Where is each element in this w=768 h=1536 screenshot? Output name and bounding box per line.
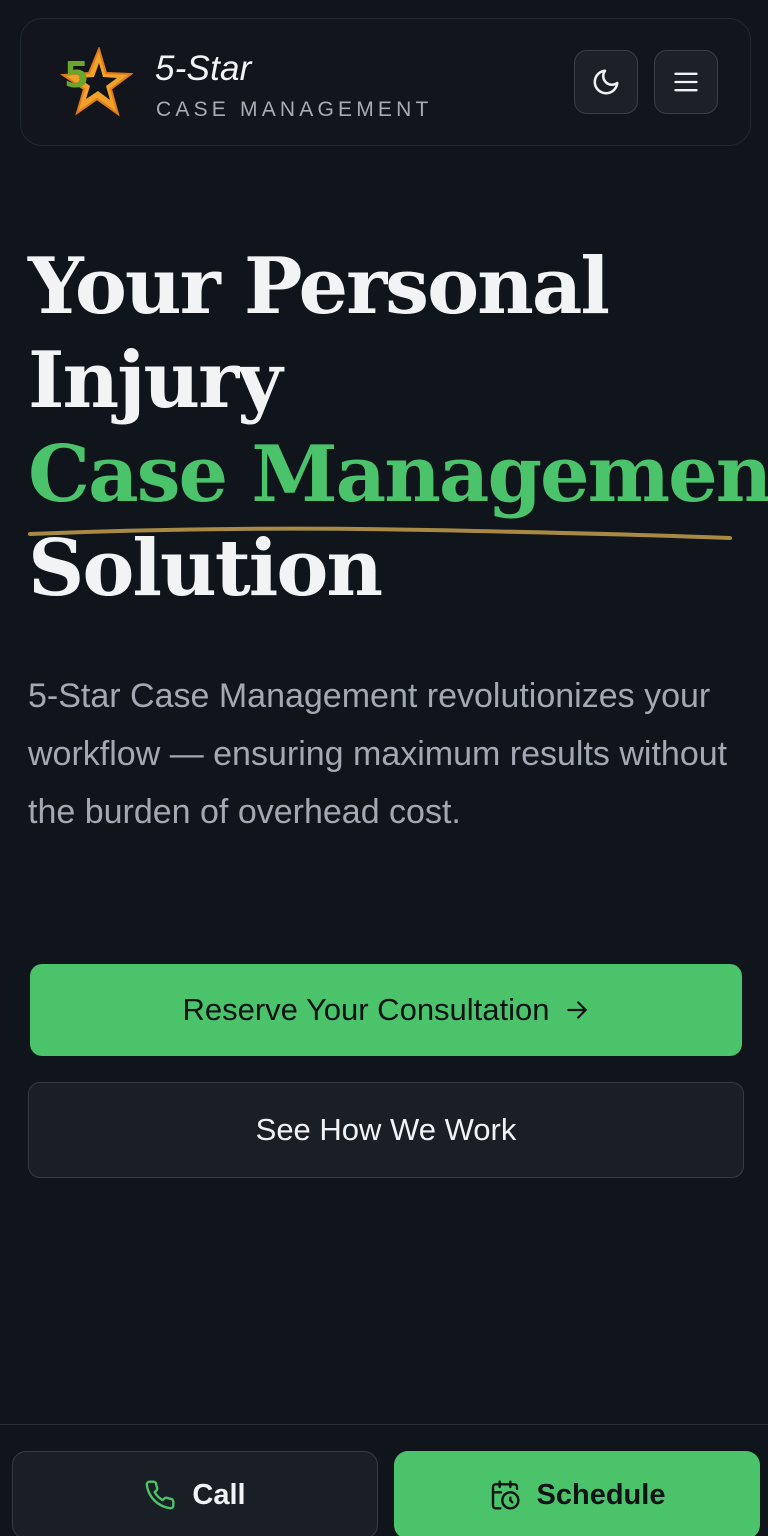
theme-toggle-button[interactable] xyxy=(574,50,638,114)
hero-title-line-2: Injury xyxy=(28,335,283,426)
call-button[interactable]: Call xyxy=(12,1451,378,1536)
call-label: Call xyxy=(192,1478,246,1511)
menu-button[interactable] xyxy=(654,50,718,114)
arrow-right-icon xyxy=(566,1001,587,1019)
schedule-label: Schedule xyxy=(536,1478,666,1511)
hero-title-highlight: Case Management xyxy=(28,429,768,520)
hero-title: Your Personal Injury Case Management Sol… xyxy=(28,240,768,616)
page: 5 5-Star CASE MANAGEMENT Your Personal I… xyxy=(0,0,768,1536)
see-how-we-work-label: See How We Work xyxy=(255,1112,517,1147)
phone-icon xyxy=(146,1480,175,1510)
see-how-we-work-button[interactable]: See How We Work xyxy=(28,1082,744,1178)
schedule-button[interactable]: Schedule xyxy=(394,1451,760,1536)
reserve-consultation-button[interactable]: Reserve Your Consultation xyxy=(30,964,742,1056)
brand-name[interactable]: 5-Star xyxy=(155,49,252,89)
five-star-logo-icon[interactable]: 5 xyxy=(59,47,133,117)
hamburger-menu-icon xyxy=(674,72,698,92)
hero-description: 5-Star Case Management revolutionizes yo… xyxy=(28,677,728,831)
logo-digit: 5 xyxy=(64,55,89,96)
moon-icon xyxy=(593,69,619,95)
bottom-action-bar: Call Schedule xyxy=(0,1424,768,1536)
reserve-consultation-label: Reserve Your Consultation xyxy=(182,992,550,1027)
site-header: 5 5-Star CASE MANAGEMENT xyxy=(20,18,751,146)
hero-title-line-1: Your Personal xyxy=(28,241,610,332)
highlight-underline xyxy=(28,526,732,540)
calendar-clock-icon xyxy=(491,1480,520,1510)
brand-subtitle: CASE MANAGEMENT xyxy=(156,98,433,121)
